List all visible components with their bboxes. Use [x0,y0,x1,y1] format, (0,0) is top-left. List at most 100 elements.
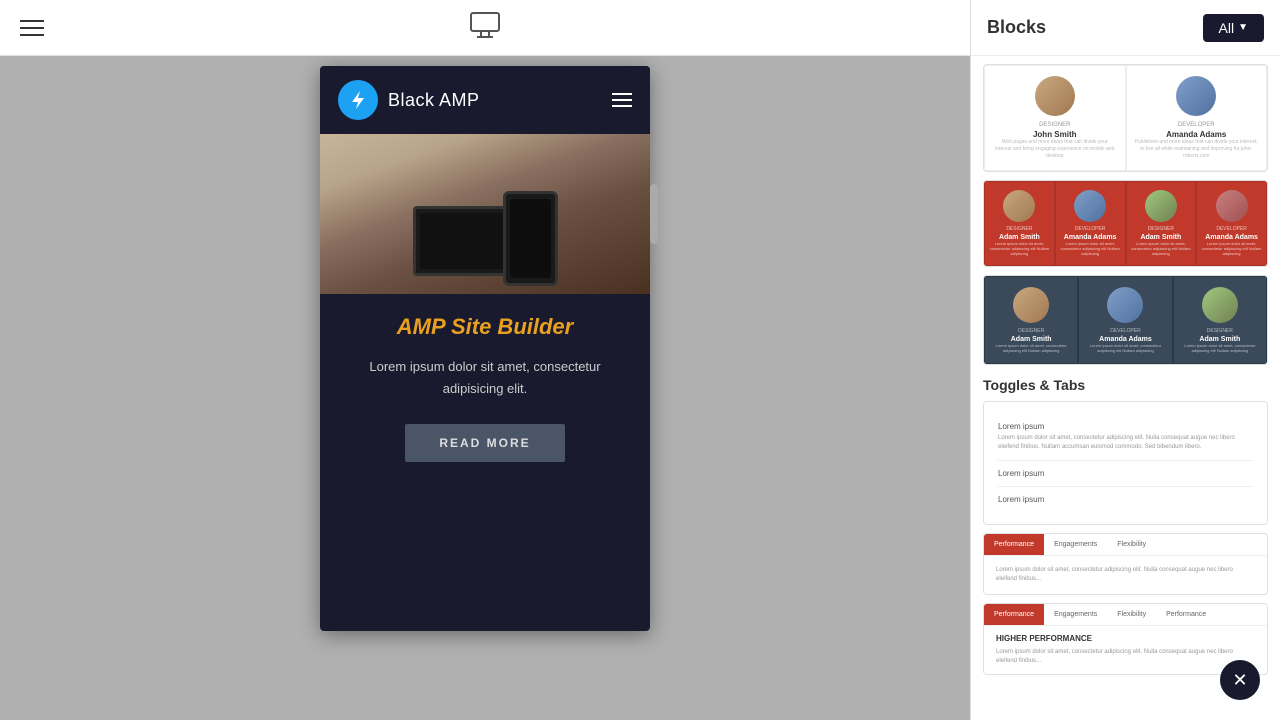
team-red-1: DESIGNER Adam Smith Lorem ipsum dolor si… [984,181,1055,266]
brand-name: Black AMP [388,90,480,111]
red-avatar-4 [1216,190,1248,222]
toggle-tabs-block[interactable]: Performance Engagements Flexibility Lore… [983,533,1268,595]
panel-scroll-area[interactable]: DESIGNER John Smith Web pages and more i… [971,56,1280,720]
tab-performance[interactable]: Performance [984,534,1044,555]
red-name-2: Amanda Adams [1060,234,1121,241]
mobile-frame: Black AMP AMP [320,66,650,631]
red-name-3: Adam Smith [1131,234,1192,241]
dark-name-3: Adam Smith [1180,336,1260,343]
mobile-body-text: Lorem ipsum dolor sit amet, consectetur … [338,356,632,400]
red-avatar-1 [1003,190,1035,222]
dark-avatar-1 [1013,287,1049,323]
team-2col-block[interactable]: DESIGNER John Smith Web pages and more i… [983,64,1268,172]
red-avatar-3 [1145,190,1177,222]
name-1: John Smith [993,130,1117,139]
red-role-2: DEVELOPER [1060,226,1121,232]
toggle-label-2: Lorem ipsum [998,469,1253,478]
mobile-frame-container: Black AMP AMP [320,66,650,631]
team-dark-1: DESIGNER Adam Smith Lorem ipsum dolor si… [984,276,1078,364]
hero-devices [320,134,650,294]
team-red-3: DESIGNER Adam Smith Lorem ipsum dolor si… [1126,181,1197,266]
tab-engagements[interactable]: Engagements [1044,534,1107,555]
toggle-item-3: Lorem ipsum [998,487,1253,512]
toggle-item-1: Lorem ipsum Lorem ipsum dolor sit amet, … [998,414,1253,461]
dark-avatar-3 [1202,287,1238,323]
red-avatar-2 [1074,190,1106,222]
brand-icon [338,80,378,120]
tab-red-engagements[interactable]: Engagements [1044,604,1107,625]
avatar-2 [1176,76,1216,116]
tab-red-flexibility[interactable]: Flexibility [1107,604,1156,625]
red-role-4: DEVELOPER [1201,226,1262,232]
tab-red-performance[interactable]: Performance [984,604,1044,625]
red-name-1: Adam Smith [989,234,1050,241]
tab-flexibility[interactable]: Flexibility [1107,534,1156,555]
red-desc-2: Lorem ipsum dolor sit amet, consectetur … [1060,241,1121,257]
frame-scrollbar[interactable] [650,184,658,244]
toggle-label-1: Lorem ipsum [998,422,1253,431]
tab-content: Lorem ipsum dolor sit amet, consectetur … [984,556,1267,594]
team-member-1: DESIGNER John Smith Web pages and more i… [984,65,1126,171]
desc-2: Publishers and more ideas that can divid… [1135,139,1259,160]
team-dark-3: DESIGNER Adam Smith Lorem ipsum dolor si… [1173,276,1267,364]
toggles-section-label: Toggles & Tabs [983,377,1268,393]
close-button[interactable]: ✕ [1220,660,1260,700]
toolbar-left [20,20,44,36]
team-dark-2: DEVELOPER Amanda Adams Lorem ipsum dolor… [1078,276,1172,364]
right-panel: Blocks All ▼ DESIGNER John Smith Web pag… [970,0,1280,720]
tab-row: Performance Engagements Flexibility [984,534,1267,556]
phone-device [503,191,558,286]
red-desc-1: Lorem ipsum dolor sit amet, consectetur … [989,241,1050,257]
mobile-headline: AMP Site Builder [338,314,632,340]
tablet-device [413,206,513,276]
dark-desc-1: Lorem ipsum dolor sit amet, consectetur … [991,343,1071,353]
toggle-item-2: Lorem ipsum [998,461,1253,487]
nav-brand: Black AMP [338,80,480,120]
team-member-2: DEVELOPER Amanda Adams Publishers and mo… [1126,65,1268,171]
dark-role-1: DESIGNER [991,328,1071,334]
dark-name-1: Adam Smith [991,336,1071,343]
dark-role-3: DESIGNER [1180,328,1260,334]
mobile-hamburger-icon[interactable] [612,93,632,107]
dark-avatar-2 [1107,287,1143,323]
team-4col-red-block[interactable]: DESIGNER Adam Smith Lorem ipsum dolor si… [983,180,1268,267]
dark-desc-2: Lorem ipsum dolor sit amet, consectetur … [1085,343,1165,353]
close-icon: ✕ [1232,670,1247,691]
toggle-tabs-red-block[interactable]: Performance Engagements Flexibility Perf… [983,603,1268,675]
tab-red-headline: HIGHER PERFORMANCE [996,634,1255,643]
dark-role-2: DEVELOPER [1085,328,1165,334]
red-name-4: Amanda Adams [1201,234,1262,241]
red-role-3: DESIGNER [1131,226,1192,232]
panel-header: Blocks All ▼ [971,0,1280,56]
mobile-hero-image [320,134,650,294]
hamburger-menu-icon[interactable] [20,20,44,36]
tab-red-performance2[interactable]: Performance [1156,604,1216,625]
name-2: Amanda Adams [1135,130,1259,139]
mobile-nav: Black AMP [320,66,650,134]
avatar-1 [1035,76,1075,116]
toggle-label-3: Lorem ipsum [998,495,1253,504]
toolbar-center [469,9,501,46]
all-filter-button[interactable]: All ▼ [1203,14,1264,42]
team-red-4: DEVELOPER Amanda Adams Lorem ipsum dolor… [1196,181,1267,266]
team-red-2: DEVELOPER Amanda Adams Lorem ipsum dolor… [1055,181,1126,266]
dark-name-2: Amanda Adams [1085,336,1165,343]
mobile-content: AMP Site Builder Lorem ipsum dolor sit a… [320,294,650,482]
toolbar [0,0,970,56]
toggle-content-1: Lorem ipsum dolor sit amet, consectetur … [998,434,1253,452]
preview-wrapper: Black AMP AMP [0,56,970,720]
desc-1: Web pages and more ideas that can divide… [993,139,1117,160]
dark-desc-3: Lorem ipsum dolor sit amet, consectetur … [1180,343,1260,353]
toggle-plain-block[interactable]: Lorem ipsum Lorem ipsum dolor sit amet, … [983,401,1268,525]
role-2: DEVELOPER [1135,122,1259,128]
role-1: DESIGNER [993,122,1117,128]
red-role-1: DESIGNER [989,226,1050,232]
dropdown-arrow-icon: ▼ [1238,22,1248,33]
team-3col-dark-block[interactable]: DESIGNER Adam Smith Lorem ipsum dolor si… [983,275,1268,365]
panel-title: Blocks [987,17,1046,38]
tab-red-text: Lorem ipsum dolor sit amet, consectetur … [996,648,1255,666]
red-desc-4: Lorem ipsum dolor sit amet, consectetur … [1201,241,1262,257]
tab-row-red: Performance Engagements Flexibility Perf… [984,604,1267,626]
read-more-button[interactable]: READ MORE [405,424,565,462]
monitor-icon[interactable] [469,9,501,46]
